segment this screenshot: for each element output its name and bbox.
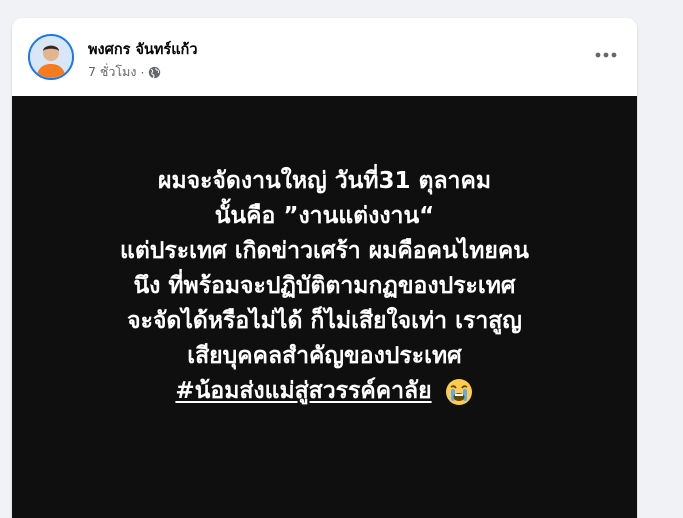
post-text-line-4: นึง ที่พร้อมจะปฏิบัติตามกฏของประเทศ xyxy=(133,273,516,299)
avatar-image xyxy=(30,36,72,78)
loudly-crying-face-icon xyxy=(444,377,474,407)
post-text-line-6: เสียบุคคลสำคัญของประเทศ xyxy=(187,343,462,369)
post-header: พงศกร จันทร์แก้ว 7 ชั่วโมง · xyxy=(12,18,637,96)
post-meta: 7 ชั่วโมง · xyxy=(88,64,161,80)
meta-separator: · xyxy=(140,64,145,80)
post-text: ผมจะจัดงานใหญ่ วันที่31 ตุลาคม นั้นคือ ”… xyxy=(12,164,637,409)
more-options-button[interactable] xyxy=(589,40,623,70)
hashtag-link[interactable]: #น้อมส่งแม่สู่สวรรค์คาลัย xyxy=(175,374,431,409)
globe-icon[interactable] xyxy=(148,66,161,79)
post-text-line-3: แต่ประเทศ เกิดข่าวเศร้า ผมคือคนไทยคน xyxy=(120,238,529,264)
post-timestamp[interactable]: 7 ชั่วโมง xyxy=(88,62,137,82)
author-name[interactable]: พงศกร จันทร์แก้ว xyxy=(88,38,197,61)
hashtag-line: #น้อมส่งแม่สู่สวรรค์คาลัย xyxy=(12,374,637,409)
post-text-line-1: ผมจะจัดงานใหญ่ วันที่31 ตุลาคม xyxy=(157,168,492,194)
post-text-line-5: จะจัดได้หรือไม่ได้ ก็ไม่เสียใจเท่า เราสู… xyxy=(127,308,522,334)
post-card: พงศกร จันทร์แก้ว 7 ชั่วโมง · ผมจะจัดงานใ… xyxy=(12,18,637,518)
more-options-icon xyxy=(595,52,617,58)
post-text-background[interactable]: ผมจะจัดงานใหญ่ วันที่31 ตุลาคม นั้นคือ ”… xyxy=(12,96,637,518)
avatar[interactable] xyxy=(28,34,74,80)
post-text-line-2: นั้นคือ ”งานแต่งงาน“ xyxy=(214,203,435,229)
